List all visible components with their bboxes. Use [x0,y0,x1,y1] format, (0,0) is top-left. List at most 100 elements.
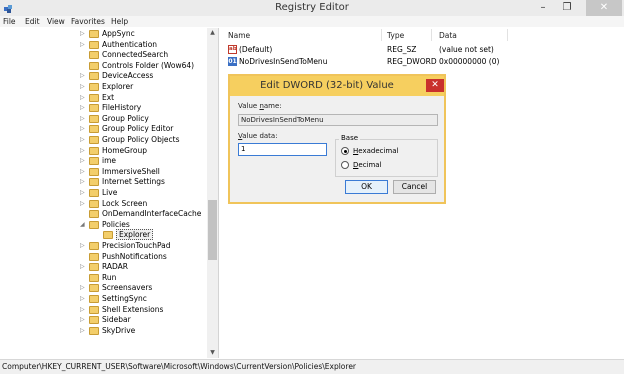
expand-arrow-icon[interactable]: ▷ [80,166,88,177]
tree-item[interactable]: ▷ ime [0,155,205,166]
column-header-data[interactable]: Data [439,31,457,40]
expand-arrow-icon[interactable]: ▷ [80,70,88,81]
tree-item[interactable]: ▷ AppSync [0,28,205,39]
menu-file[interactable]: File [3,16,16,27]
tree-item[interactable]: Controls Folder (Wow64) [0,60,205,71]
collapse-arrow-icon[interactable]: ◢ [80,219,88,230]
tree-item[interactable]: ◢ Policies [0,219,205,230]
tree-item[interactable]: ▷ ImmersiveShell [0,166,205,177]
tree-item-label: Screensavers [102,283,153,293]
expand-arrow-icon[interactable]: ▷ [80,28,88,39]
value-row[interactable]: ab (Default) REG_SZ (value not set) [223,44,624,55]
ok-button[interactable]: OK [345,180,388,194]
tree-item-label: Explorer [102,82,134,91]
dialog-title-bar[interactable]: Edit DWORD (32-bit) Value ✕ [230,76,444,96]
tree-item-label: Shell Extensions [102,304,164,314]
minimize-button[interactable]: – [535,0,551,16]
tree-item[interactable]: OnDemandInterfaceCache [0,208,205,219]
tree-item[interactable]: ▷ RADAR [0,261,205,272]
expand-arrow-icon[interactable]: ▷ [80,198,88,209]
tree-item[interactable]: ▷ Lock Screen [0,198,205,209]
tree-item-label: Lock Screen [102,198,148,208]
hexadecimal-label: Hexadecimal [353,147,399,155]
column-divider[interactable] [507,29,508,41]
folder-icon [89,40,99,49]
value-data: (value not set) [439,45,494,54]
folder-icon [89,199,99,208]
menu-edit[interactable]: Edit [25,16,40,27]
folder-icon [89,30,99,38]
tree-item-label: Group Policy [102,113,149,123]
tree-item[interactable]: ▷ Ext [0,92,205,103]
radio-selected-icon[interactable] [341,147,349,155]
tree-item[interactable]: ▷ Authentication [0,39,205,50]
close-button[interactable]: ✕ [586,0,622,16]
folder-icon [89,178,99,187]
folder-icon [89,125,99,134]
expand-arrow-icon[interactable]: ▷ [80,39,88,50]
tree-item[interactable]: ▷ SkyDrive [0,325,205,336]
value-name: NoDrivesInSendToMenu [239,57,328,66]
folder-icon [89,61,99,70]
menu-favorites[interactable]: Favorites [71,16,105,27]
menu-help[interactable]: Help [111,16,128,27]
dialog-title: Edit DWORD (32-bit) Value [260,80,394,91]
scroll-up-arrow-icon[interactable]: ▲ [207,28,218,38]
tree-item[interactable]: ▷ HomeGroup [0,145,205,156]
tree-item[interactable]: ▷ Group Policy Objects [0,134,205,145]
expand-arrow-icon[interactable]: ▷ [80,145,88,156]
tree-item[interactable]: ▷ PrecisionTouchPad [0,240,205,251]
tree-item-label: Controls Folder (Wow64) [102,60,195,70]
tree-item[interactable]: PushNotifications [0,251,205,262]
expand-arrow-icon[interactable]: ▷ [80,81,88,92]
tree-item[interactable]: ▷ DeviceAccess [0,70,205,81]
column-header-type[interactable]: Type [387,31,404,40]
expand-arrow-icon[interactable]: ▷ [80,293,88,304]
expand-arrow-icon[interactable]: ▷ [80,113,88,124]
expand-arrow-icon[interactable]: ▷ [80,261,88,272]
expand-arrow-icon[interactable]: ▷ [80,102,88,113]
value-data-input[interactable]: 1 [238,143,327,156]
expand-arrow-icon[interactable]: ▷ [80,123,88,134]
menu-view[interactable]: View [47,16,65,27]
tree-item[interactable]: ▷ Screensavers [0,282,205,293]
cancel-button[interactable]: Cancel [393,180,436,194]
tree-item-label: ImmersiveShell [102,166,160,176]
expand-arrow-icon[interactable]: ▷ [80,92,88,103]
tree-item[interactable]: ▷ Internet Settings [0,176,205,187]
expand-arrow-icon[interactable]: ▷ [80,176,88,187]
tree-item[interactable]: ▷ SettingSync [0,293,205,304]
folder-icon [89,284,99,293]
tree-item[interactable]: ▷ Live [0,187,205,198]
radio-unselected-icon[interactable] [341,161,349,169]
column-divider[interactable] [381,29,382,41]
tree-item[interactable]: ▷ Sidebar [0,314,205,325]
expand-arrow-icon[interactable]: ▷ [80,325,88,336]
tree-item[interactable]: ConnectedSearch [0,49,205,60]
scroll-down-arrow-icon[interactable]: ▼ [207,348,218,358]
dialog-close-button[interactable]: ✕ [426,79,444,92]
tree-item[interactable]: ▷ Explorer [0,81,205,92]
scrollbar-thumb[interactable] [208,200,217,260]
tree-vertical-scrollbar[interactable]: ▲ ▼ [207,28,218,358]
tree-item[interactable]: Run [0,272,205,283]
column-divider[interactable] [431,29,432,41]
expand-arrow-icon[interactable]: ▷ [80,240,88,251]
registry-key-tree[interactable]: ▷ AppSync ▷ Authentication ConnectedSearch Co… [0,28,219,358]
tree-item[interactable]: ▷ Group Policy [0,113,205,124]
maximize-button[interactable]: ❐ [559,0,575,16]
expand-arrow-icon[interactable]: ▷ [80,134,88,145]
column-header-name[interactable]: Name [228,31,250,40]
tree-item[interactable]: ▷ Shell Extensions [0,304,205,315]
expand-arrow-icon[interactable]: ▷ [80,187,88,198]
tree-item-label: DeviceAccess [102,71,154,81]
expand-arrow-icon[interactable]: ▷ [80,282,88,293]
tree-item-label: Policies [102,219,130,229]
value-row[interactable]: 01 NoDrivesInSendToMenu REG_DWORD 0x0000… [223,56,624,67]
expand-arrow-icon[interactable]: ▷ [80,314,88,325]
expand-arrow-icon[interactable]: ▷ [80,304,88,315]
tree-item[interactable]: ▷ Group Policy Editor [0,123,205,134]
tree-item[interactable]: ▷ FileHistory [0,102,205,113]
tree-item[interactable]: Explorer [0,229,205,241]
expand-arrow-icon[interactable]: ▷ [80,155,88,166]
